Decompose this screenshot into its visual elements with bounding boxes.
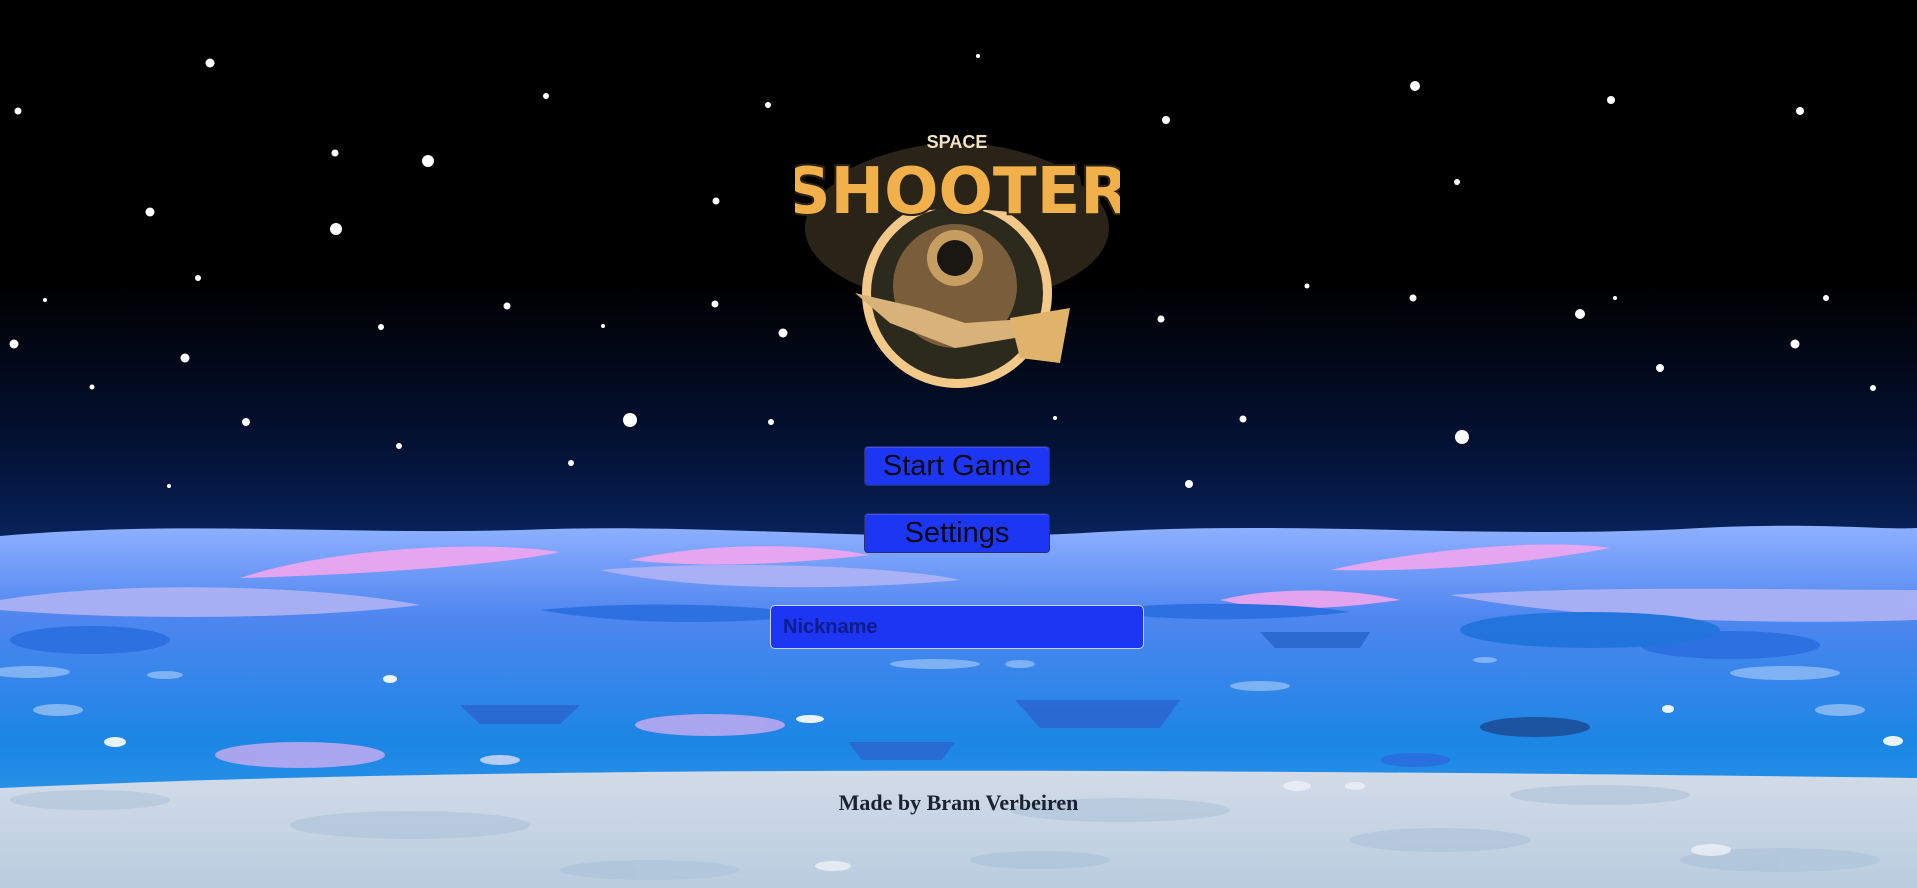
logo-top-word: SPACE (927, 132, 988, 152)
credit-text: Made by Bram Verbeiren (838, 790, 1079, 815)
logo-main-word: SHOOTER (795, 155, 1120, 229)
start-game-button[interactable]: Start Game (864, 446, 1050, 486)
nickname-input[interactable] (770, 605, 1144, 649)
game-logo: SPACE SHOOTER (782, 118, 1132, 400)
settings-button[interactable]: Settings (864, 513, 1050, 553)
